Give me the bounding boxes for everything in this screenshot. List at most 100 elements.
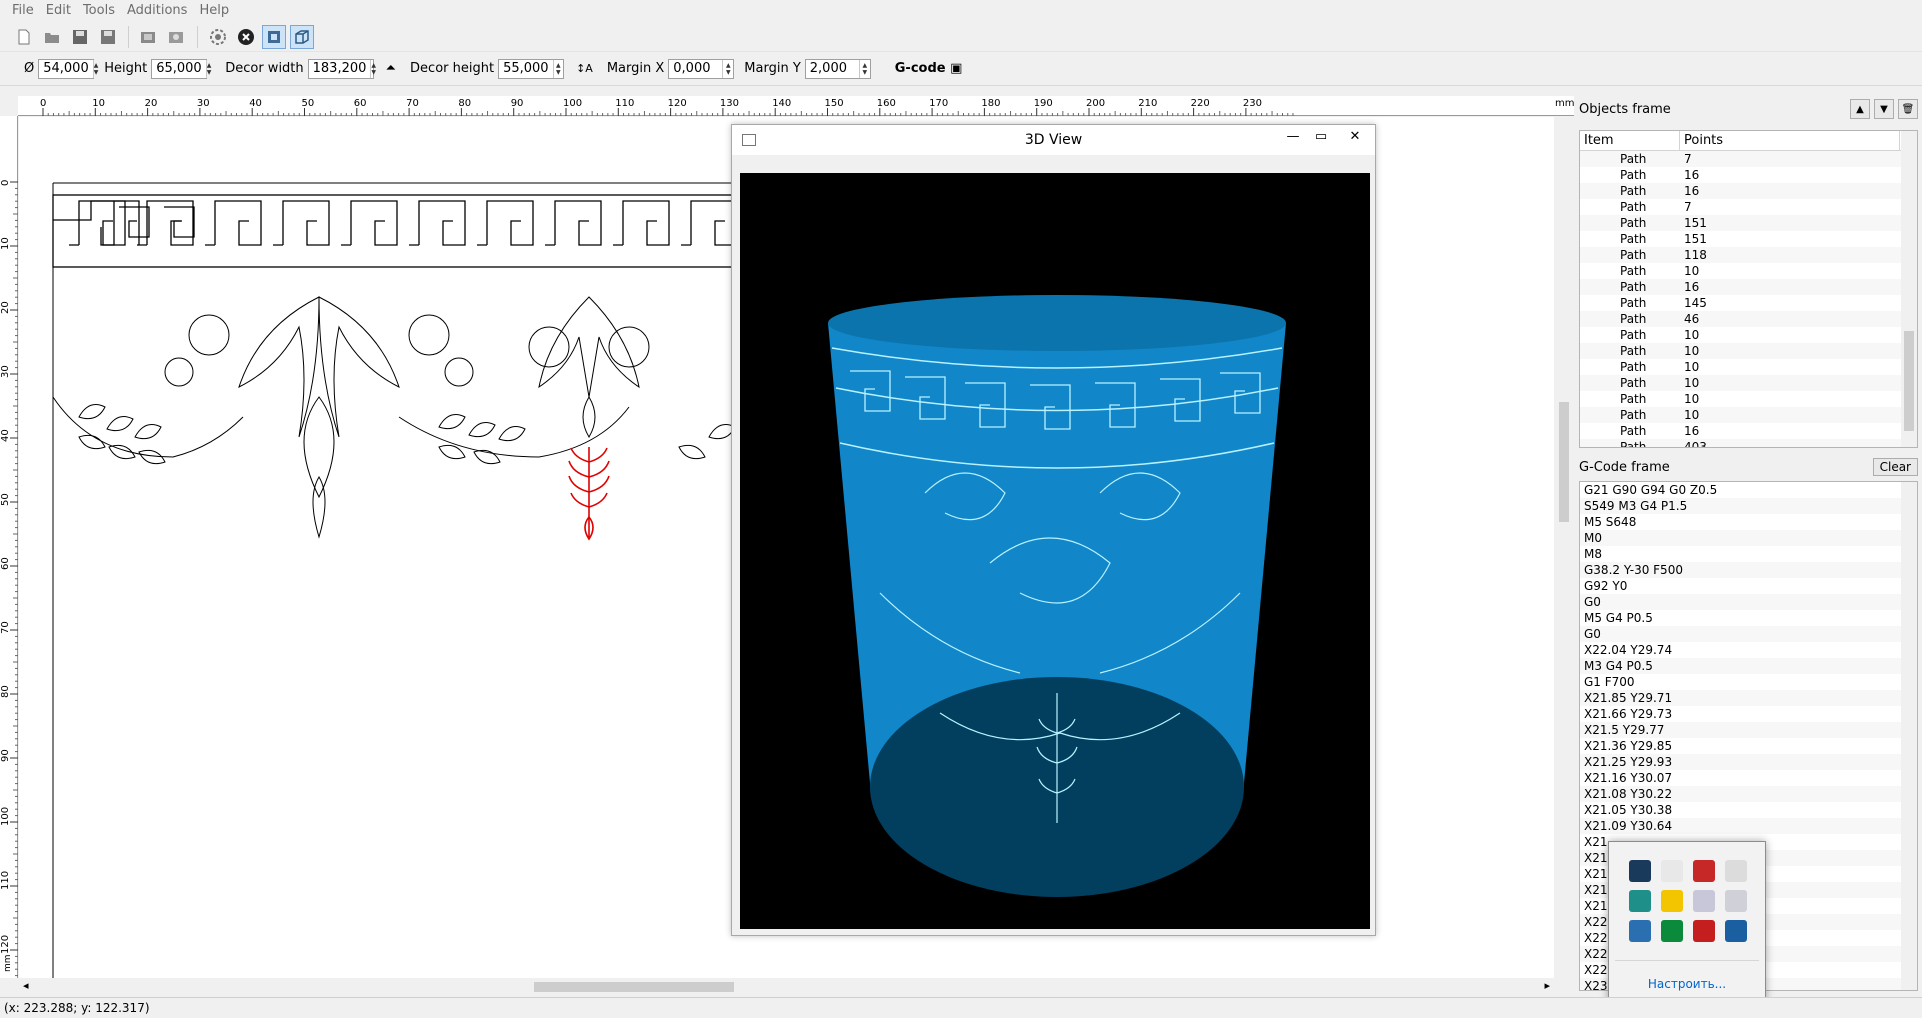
table-row[interactable]: Path 10 (1580, 407, 1917, 423)
lav-red-icon[interactable] (1693, 860, 1715, 882)
ruler-label: 20 (145, 98, 158, 109)
horizontal-scrollbar[interactable]: ◂ ▸ (19, 978, 1554, 996)
tray-divider (1615, 960, 1759, 961)
table-row[interactable]: Path 16 (1580, 423, 1917, 439)
table-row[interactable]: Path 16 (1580, 183, 1917, 199)
objects-scroll-thumb[interactable] (1904, 331, 1914, 431)
app1-icon[interactable] (1629, 860, 1651, 882)
decor-height-spinbox[interactable]: 55,000 ▲ ▼ (498, 58, 565, 79)
table-row[interactable]: Path 10 (1580, 359, 1917, 375)
move-down-icon[interactable]: ▼ (1874, 99, 1894, 119)
machine-icon[interactable] (262, 24, 286, 49)
settings-gear-icon[interactable] (206, 25, 230, 49)
decor-width-spinbox[interactable]: 183,200 ▲ ▼ (307, 58, 376, 79)
gcode-button[interactable]: G-code ▣ (895, 61, 963, 76)
margin-y-spinbox[interactable]: 2,000 ▲ ▼ (804, 58, 871, 79)
3d-viewport[interactable] (740, 173, 1370, 929)
menu-additions[interactable]: Additions (121, 0, 193, 22)
table-row[interactable]: Path 7 (1580, 199, 1917, 215)
spin-arrows-icon[interactable]: ▲ ▼ (370, 59, 376, 78)
table-row[interactable]: Path 46 (1580, 311, 1917, 327)
3d-view-titlebar[interactable]: 3D View — ▭ ✕ (732, 125, 1375, 155)
row-item: Path (1620, 296, 1647, 310)
open-folder-icon[interactable] (40, 25, 64, 49)
table-row[interactable]: Path 10 (1580, 327, 1917, 343)
network-icon[interactable] (1725, 860, 1747, 882)
row-item: Path (1620, 376, 1647, 390)
app9-icon[interactable] (1629, 920, 1651, 942)
cut-icon[interactable] (137, 25, 161, 49)
column-item[interactable]: Item (1580, 131, 1680, 150)
table-row[interactable]: Path 403 (1580, 439, 1917, 447)
column-points[interactable]: Points (1680, 131, 1900, 150)
app5-icon[interactable] (1629, 890, 1651, 912)
row-item: Path (1620, 232, 1647, 246)
spin-arrows-icon[interactable]: ▲ ▼ (205, 59, 211, 78)
move-up-icon[interactable]: ▲ (1850, 99, 1870, 119)
menu-tools[interactable]: Tools (77, 0, 121, 22)
gcode-scrollbar[interactable] (1901, 482, 1917, 990)
spin-arrows-icon[interactable]: ▲ ▼ (552, 59, 564, 78)
align-up-icon[interactable]: ⏶ (386, 61, 396, 76)
objects-scrollbar[interactable] (1901, 131, 1917, 447)
menu-file[interactable]: File (6, 0, 40, 22)
height-spinbox[interactable]: 65,000 ▲ ▼ (151, 58, 211, 79)
customize-link[interactable]: Настроить... (1609, 977, 1765, 991)
gcode-line: G1 F700 (1584, 675, 1635, 689)
greek-key-segment (205, 200, 262, 246)
3d-view-window[interactable]: 3D View — ▭ ✕ (731, 124, 1376, 936)
table-row[interactable]: Path 7 (1580, 151, 1917, 167)
diameter-spinbox[interactable]: 54,000 ▲ ▼ (38, 58, 98, 79)
table-row[interactable]: Path 118 (1580, 247, 1917, 263)
table-row[interactable]: Path 151 (1580, 231, 1917, 247)
menu-help[interactable]: Help (193, 0, 235, 22)
maximize-icon[interactable]: ▭ (1307, 125, 1335, 147)
diameter-label: Ø (24, 61, 35, 76)
minimize-icon[interactable]: — (1279, 125, 1307, 147)
spin-arrows-icon[interactable]: ▲ ▼ (92, 59, 98, 78)
new-file-icon[interactable] (12, 25, 36, 49)
vertical-scrollbar[interactable] (1555, 117, 1573, 978)
app12-icon[interactable] (1725, 920, 1747, 942)
tray-popup: Настроить... (1608, 841, 1766, 1006)
close-icon[interactable]: ✕ (1335, 125, 1375, 147)
vertical-scroll-thumb[interactable] (1559, 402, 1569, 522)
horizontal-scroll-thumb[interactable] (534, 982, 734, 992)
copy-icon[interactable] (165, 25, 189, 49)
table-row[interactable]: Path 16 (1580, 167, 1917, 183)
table-row[interactable]: Path 10 (1580, 343, 1917, 359)
pen-icon[interactable] (1693, 890, 1715, 912)
toolbar-separator (197, 25, 198, 48)
objects-table[interactable]: Item Points Path 7 Path 16 Path 16 Path 7 Path 15… (1579, 130, 1918, 448)
text-height-icon[interactable]: ↕A (576, 62, 593, 75)
ruler-unit: mm (1555, 98, 1574, 109)
table-row[interactable]: Path 16 (1580, 279, 1917, 295)
ruler-label: 80 (0, 685, 11, 698)
table-row[interactable]: Path 10 (1580, 375, 1917, 391)
ruler-label: 120 (668, 98, 687, 109)
save-icon[interactable] (68, 25, 92, 49)
delete-icon[interactable]: 🗑 (1898, 99, 1918, 119)
ruler-label: 30 (0, 365, 11, 378)
spin-arrows-icon[interactable]: ▲ ▼ (722, 59, 733, 78)
clear-button[interactable]: Clear (1872, 458, 1918, 476)
margin-x-spinbox[interactable]: 0,000 ▲ ▼ (668, 58, 735, 79)
stop-icon[interactable] (234, 25, 258, 49)
ruler-label: 10 (92, 98, 105, 109)
app10-icon[interactable] (1661, 920, 1683, 942)
lav-icon[interactable] (1661, 860, 1683, 882)
disk-icon[interactable] (1725, 890, 1747, 912)
table-row[interactable]: Path 10 (1580, 391, 1917, 407)
table-row[interactable]: Path 145 (1580, 295, 1917, 311)
row-points: 118 (1684, 248, 1707, 262)
save-as-icon[interactable] (96, 25, 120, 49)
table-row[interactable]: Path 10 (1580, 263, 1917, 279)
table-row[interactable]: Path 151 (1580, 215, 1917, 231)
scroll-left-icon[interactable]: ◂ (23, 979, 29, 992)
app6-icon[interactable] (1661, 890, 1683, 912)
spin-arrows-icon[interactable]: ▲ ▼ (858, 59, 870, 78)
scroll-right-icon[interactable]: ▸ (1544, 979, 1550, 992)
app11-icon[interactable] (1693, 920, 1715, 942)
menu-edit[interactable]: Edit (40, 0, 77, 22)
3d-view-icon[interactable] (290, 24, 314, 49)
